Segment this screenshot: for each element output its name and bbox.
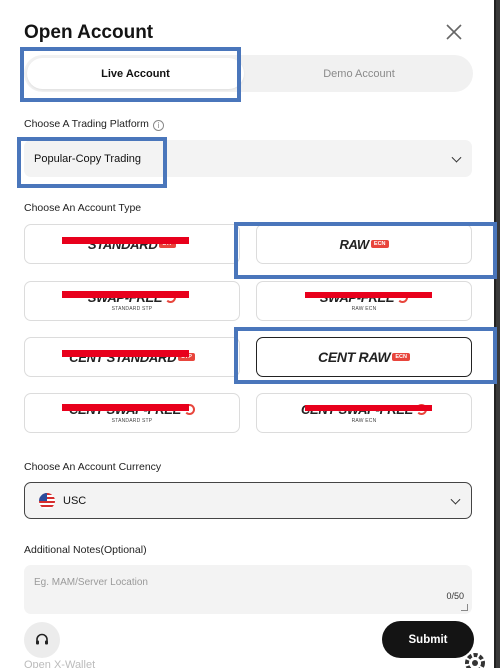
account-option-badge: ECN xyxy=(392,353,410,361)
account-option-raw[interactable]: RAW ECN xyxy=(256,224,472,264)
account-option-sub: STANDARD STP xyxy=(111,306,153,312)
resize-handle-icon[interactable] xyxy=(461,604,468,611)
submit-button[interactable]: Submit xyxy=(382,621,474,658)
account-option-cent-swap-free-raw[interactable]: CENT SWAP-FREE RAW ECN xyxy=(256,393,472,433)
currency-select[interactable]: USC xyxy=(24,482,472,519)
redaction-strike xyxy=(305,292,432,298)
info-icon[interactable]: i xyxy=(152,120,164,131)
us-flag-icon xyxy=(39,492,55,509)
account-option-swap-free-raw[interactable]: SWAP-FREE RAW ECN xyxy=(256,281,472,321)
tab-live-account[interactable]: Live Account xyxy=(27,58,244,89)
platform-select[interactable]: Popular-Copy Trading xyxy=(24,140,472,177)
redaction-strike xyxy=(62,237,189,244)
account-option-sub: STANDARD STP xyxy=(111,418,153,424)
open-x-wallet-link[interactable]: Open X-Wallet xyxy=(24,659,95,668)
account-option-name: CENT RAW xyxy=(318,349,391,365)
open-account-modal: Open Account Live Account Demo Account C… xyxy=(0,0,497,668)
account-type-label: Choose An Account Type xyxy=(24,202,142,214)
support-button[interactable] xyxy=(24,622,60,658)
account-option-swap-free-standard[interactable]: SWAP-FREE STANDARD STP xyxy=(24,281,240,321)
account-option-sub: RAW ECN xyxy=(351,306,377,312)
modal-title: Open Account xyxy=(24,22,154,43)
redaction-strike xyxy=(62,291,189,298)
account-option-cent-raw[interactable]: CENT RAW ECN xyxy=(256,337,472,377)
notes-char-counter: 0/50 xyxy=(446,591,464,601)
close-icon[interactable] xyxy=(442,20,466,44)
platform-select-value: Popular-Copy Trading xyxy=(34,152,142,165)
redaction-strike xyxy=(305,405,432,411)
account-option-cent-standard[interactable]: CENT STANDARD STP xyxy=(24,337,240,377)
tab-demo-account[interactable]: Demo Account xyxy=(248,58,470,89)
currency-label: Choose An Account Currency xyxy=(24,461,162,473)
redaction-strike xyxy=(62,404,189,411)
account-option-name: RAW xyxy=(339,236,369,252)
headset-icon xyxy=(36,633,48,645)
account-option-badge: ECN xyxy=(370,240,389,248)
account-option-sub: RAW ECN xyxy=(351,418,377,424)
notes-label: Additional Notes(Optional) xyxy=(24,544,147,556)
account-option-standard[interactable]: STANDARD STP xyxy=(24,224,240,264)
notes-placeholder: Eg. MAM/Server Location xyxy=(34,577,148,588)
platform-label: Choose A Trading Platform xyxy=(24,118,149,130)
account-option-cent-swap-free-standard[interactable]: CENT SWAP-FREE STANDARD STP xyxy=(24,393,240,433)
redaction-strike xyxy=(62,350,189,357)
gear-icon[interactable] xyxy=(462,650,488,668)
chevron-down-icon xyxy=(451,152,462,163)
currency-select-value: USC xyxy=(63,494,87,507)
chevron-down-icon xyxy=(450,494,461,505)
account-mode-tabs: Live Account Demo Account xyxy=(24,55,473,92)
notes-textarea[interactable]: Eg. MAM/Server Location 0/50 xyxy=(24,565,472,614)
platform-label-row: Choose A Trading Platform i xyxy=(24,118,164,131)
